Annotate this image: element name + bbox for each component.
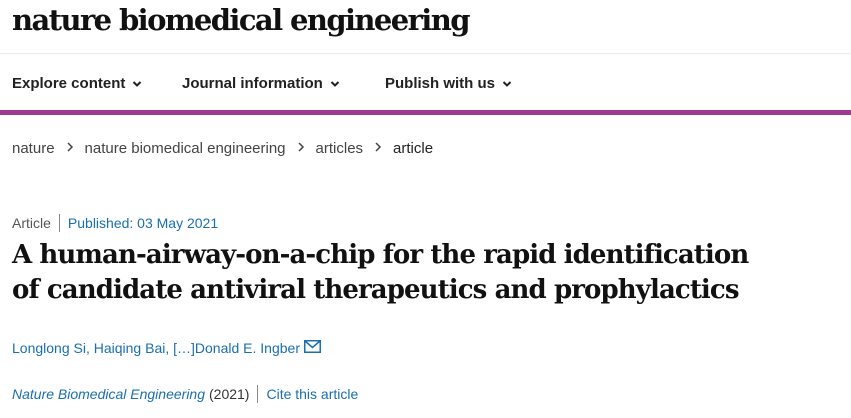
published-date: Published: 03 May 2021 xyxy=(67,215,219,231)
meta-divider xyxy=(58,214,60,232)
show-all-authors-button[interactable]: […] xyxy=(173,340,195,356)
main-nav: Explore content Journal information Publ… xyxy=(0,55,851,110)
breadcrumb-item-articles[interactable]: articles xyxy=(316,140,364,157)
nav-publish-with-us[interactable]: Publish with us xyxy=(385,75,512,92)
author-list: Longlong Si , Haiqing Bai , […] Donald E… xyxy=(12,340,321,356)
chevron-down-icon xyxy=(330,80,340,87)
author-separator: , xyxy=(85,340,94,356)
journal-link[interactable]: Nature Biomedical Engineering xyxy=(12,386,205,402)
journal-logo[interactable]: nature biomedical engineering xyxy=(12,3,470,37)
breadcrumb-item-journal[interactable]: nature biomedical engineering xyxy=(85,140,286,157)
author-separator: , xyxy=(165,340,174,356)
site-header: nature biomedical engineering xyxy=(0,0,851,54)
author-link-bai[interactable]: Haiqing Bai xyxy=(94,340,166,356)
chevron-down-icon xyxy=(502,80,512,87)
chevron-down-icon xyxy=(133,80,142,87)
nav-explore-content-label: Explore content xyxy=(12,75,126,92)
nav-explore-content[interactable]: Explore content xyxy=(12,75,142,92)
breadcrumb-item-nature[interactable]: nature xyxy=(12,140,55,157)
cite-this-article-link[interactable]: Cite this article xyxy=(266,386,358,402)
author-link-ingber[interactable]: Donald E. Ingber xyxy=(195,340,300,356)
citation-line: Nature Biomedical Engineering (2021) Cit… xyxy=(12,385,358,403)
article-title-line-2: of candidate antiviral therapeutics and … xyxy=(12,275,739,305)
email-icon[interactable] xyxy=(303,340,321,353)
chevron-right-icon xyxy=(67,141,73,152)
nav-publish-with-us-label: Publish with us xyxy=(385,75,496,92)
breadcrumb-item-article: article xyxy=(393,140,434,157)
article-title: A human-airway-on-a-chip for the rapid i… xyxy=(12,238,842,308)
article-meta: Article Published: 03 May 2021 xyxy=(12,214,218,232)
chevron-right-icon xyxy=(375,141,382,152)
article-title-line-1: A human-airway-on-a-chip for the rapid i… xyxy=(12,240,749,270)
breadcrumb: nature nature biomedical engineering art… xyxy=(12,140,433,157)
author-link-si[interactable]: Longlong Si xyxy=(12,340,86,356)
publication-year: (2021) xyxy=(209,386,250,402)
article-type: Article xyxy=(12,215,51,231)
chevron-right-icon xyxy=(298,141,304,152)
nav-journal-information[interactable]: Journal information xyxy=(182,75,340,92)
nav-accent-rule xyxy=(0,110,851,115)
nav-journal-information-label: Journal information xyxy=(182,75,323,92)
citation-divider xyxy=(257,385,259,403)
